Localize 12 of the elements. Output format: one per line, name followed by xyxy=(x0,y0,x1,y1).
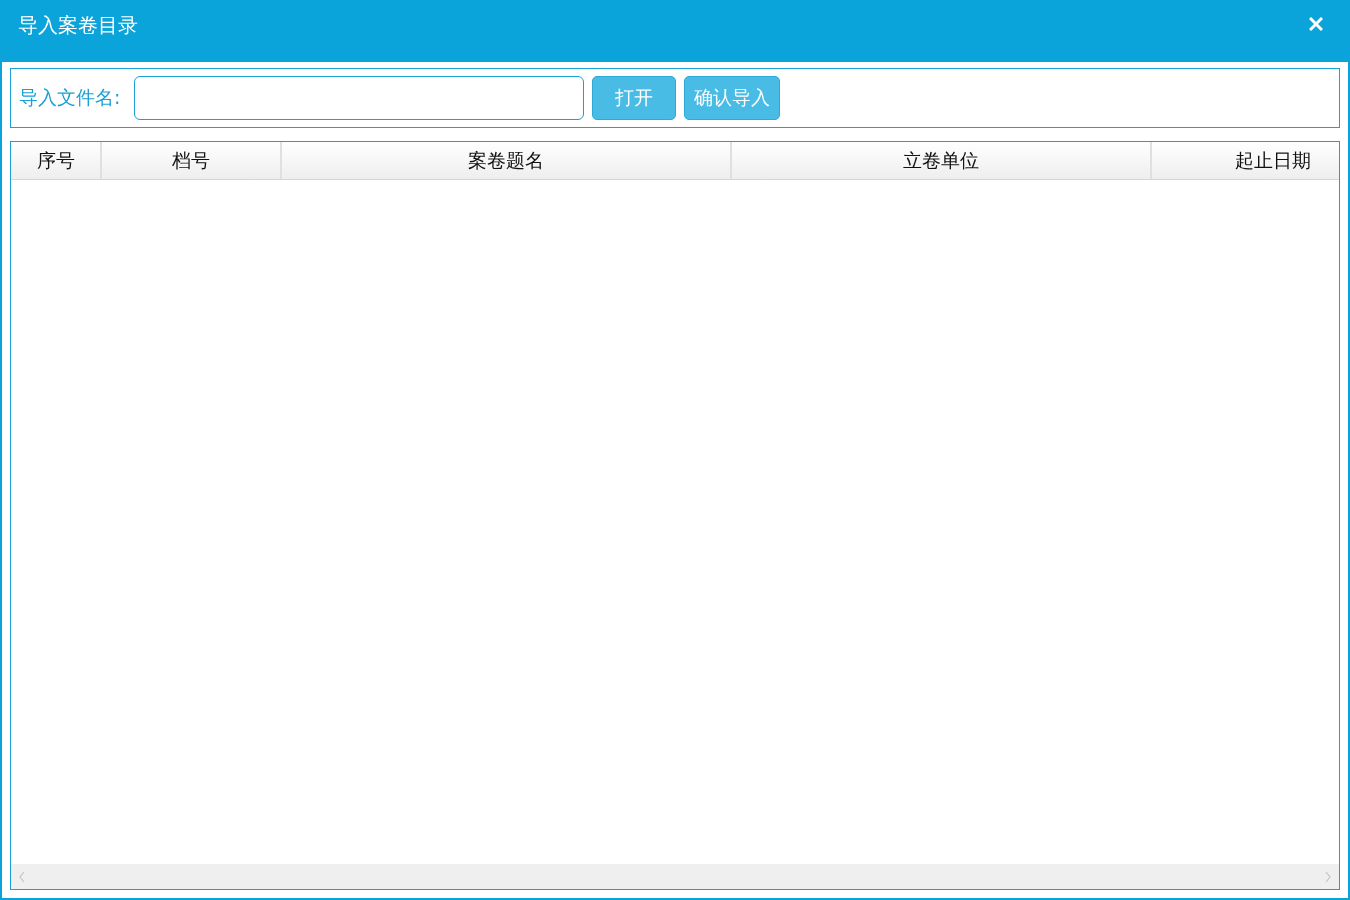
column-header[interactable]: 立卷单位 xyxy=(732,142,1152,179)
column-header[interactable]: 序号 xyxy=(11,142,102,179)
window-title: 导入案卷目录 xyxy=(18,12,138,39)
column-header[interactable]: 档号 xyxy=(102,142,282,179)
column-header[interactable]: 案卷题名 xyxy=(282,142,732,179)
column-header[interactable]: 起止日期 xyxy=(1152,142,1339,179)
scroll-left-icon[interactable] xyxy=(19,870,25,883)
horizontal-scrollbar[interactable] xyxy=(11,864,1339,889)
close-icon xyxy=(1309,17,1323,31)
file-name-label: 导入文件名: xyxy=(19,85,121,110)
file-name-field[interactable] xyxy=(134,76,585,120)
scroll-right-icon[interactable] xyxy=(1325,870,1331,883)
